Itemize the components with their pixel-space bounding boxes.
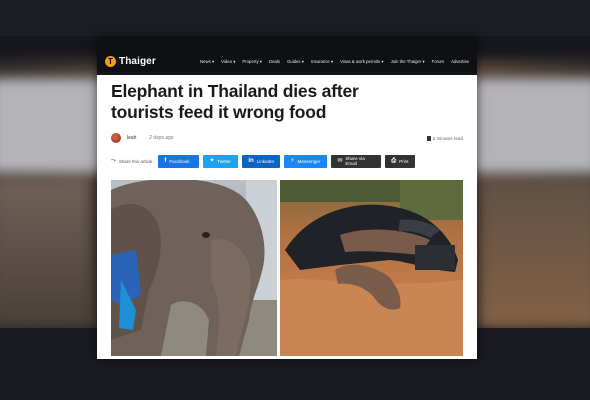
fallen-elephant-illustration: [280, 180, 463, 356]
author-name[interactable]: leah: [127, 135, 136, 141]
twitter-share-button[interactable]: ✦ Twitter: [203, 154, 239, 168]
share-bar: ⤳ Share this article f Facebook ✦ Twitte…: [97, 154, 477, 168]
blurred-photo-right: [480, 178, 590, 328]
nav-item-news[interactable]: News ▾: [200, 59, 214, 65]
nav-item-visas[interactable]: Visas & work permits ▾: [340, 59, 383, 65]
nav-item-join[interactable]: Join the Thaiger ▾: [391, 59, 425, 65]
article-card: T Thaiger News ▾ Video ▾ Property ▾ Deal…: [97, 37, 477, 359]
read-time: 2 minutes read: [426, 135, 463, 141]
article-meta: leah · 2 days ago 2 minutes read: [97, 132, 477, 144]
facebook-label: Facebook: [169, 158, 190, 164]
facebook-icon: f: [164, 158, 167, 164]
email-share-button[interactable]: ✉ Share via Email: [331, 154, 382, 168]
top-shade: [0, 0, 590, 36]
twitter-icon: ✦: [209, 158, 215, 164]
share-label-text: Share this article: [118, 158, 153, 164]
facebook-share-button[interactable]: f Facebook: [158, 154, 200, 168]
nav-item-deals[interactable]: Deals: [269, 59, 280, 65]
linkedin-share-button[interactable]: in LinkedIn: [242, 154, 281, 168]
logo-text: Thaiger: [119, 56, 156, 67]
article-headline: Elephant in Thailand dies after tourists…: [97, 75, 477, 123]
site-logo[interactable]: T Thaiger: [105, 56, 156, 67]
site-navbar: T Thaiger News ▾ Video ▾ Property ▾ Deal…: [97, 37, 477, 75]
article-photos: [111, 180, 463, 357]
nav-item-forum[interactable]: Forum: [432, 59, 444, 65]
author-avatar[interactable]: [111, 133, 121, 143]
publish-date: 2 days ago: [149, 135, 174, 141]
nav-item-property[interactable]: Property ▾: [242, 59, 262, 65]
elephant-photo-left[interactable]: [111, 180, 277, 356]
email-label: Share via Email: [345, 156, 365, 166]
nav-menu: News ▾ Video ▾ Property ▾ Deals Guides ▾…: [200, 59, 469, 65]
fallen-elephant-photo-right[interactable]: [280, 180, 463, 356]
messenger-icon: ⚡: [290, 158, 295, 164]
share-label: ⤳ Share this article: [111, 158, 152, 164]
nav-item-advertise[interactable]: Advertise: [451, 59, 469, 65]
book-icon: [426, 135, 431, 141]
logo-mark-icon: T: [105, 56, 116, 67]
nav-item-guides[interactable]: Guides ▾: [287, 59, 304, 65]
print-icon: ⎙: [391, 158, 397, 164]
share-icon: ⤳: [111, 158, 116, 164]
print-button[interactable]: ⎙ Print: [385, 154, 416, 168]
messenger-label: Messenger: [297, 158, 321, 164]
twitter-label: Twitter: [217, 158, 231, 164]
elephant-illustration: [111, 180, 277, 356]
blurred-photo-left: [0, 178, 90, 328]
headline-line-2: tourists feed it wrong food: [111, 102, 327, 122]
headline-line-1: Elephant in Thailand dies after: [111, 81, 359, 101]
meta-separator: ·: [144, 135, 147, 141]
nav-item-video[interactable]: Video ▾: [221, 59, 235, 65]
print-label: Print: [399, 158, 409, 164]
linkedin-label: LinkedIn: [256, 158, 275, 164]
messenger-share-button[interactable]: ⚡ Messenger: [284, 154, 328, 168]
linkedin-icon: in: [248, 158, 254, 164]
email-icon: ✉: [337, 158, 343, 164]
nav-item-insurance[interactable]: Insurance ▾: [311, 59, 333, 65]
read-time-label: 2 minutes read: [432, 135, 463, 141]
